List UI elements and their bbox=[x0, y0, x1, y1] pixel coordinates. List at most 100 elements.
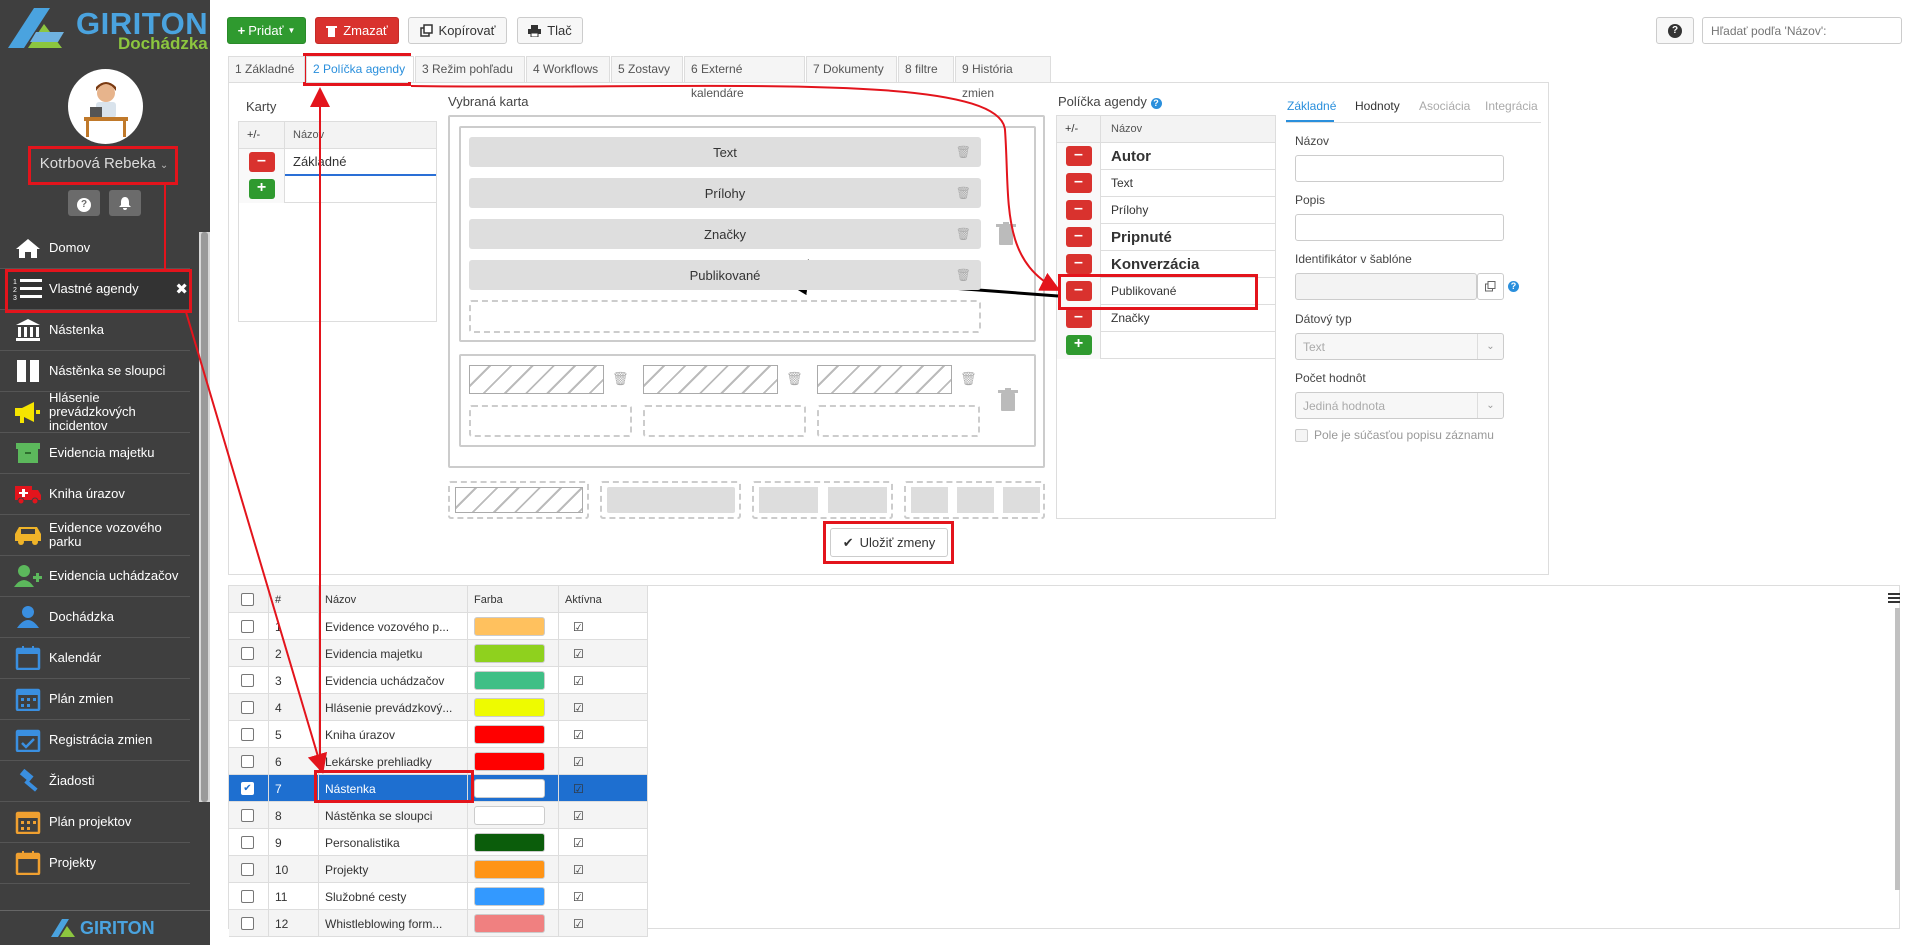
trash-icon[interactable]: 🗑 bbox=[960, 371, 977, 387]
table-row[interactable]: 12 Whistleblowing form... ☑ bbox=[229, 910, 648, 937]
col-active-header[interactable]: Aktívna bbox=[559, 586, 648, 613]
remove-field-button[interactable]: – bbox=[1065, 146, 1092, 166]
trash-icon[interactable]: 🗑 bbox=[612, 371, 629, 387]
value-count-select[interactable]: Jediná hodnota ⌄ bbox=[1295, 392, 1504, 419]
sidebar-item-5[interactable]: Hlásenie prevádzkových incidentov bbox=[0, 391, 190, 433]
sidebar-item-6[interactable]: Evidencia majetku bbox=[0, 433, 190, 474]
sidebar-item-8[interactable]: Evidence vozového parku bbox=[0, 515, 190, 556]
trash-icon[interactable]: 🗑 bbox=[956, 145, 971, 159]
detail-tab-4[interactable]: Integrácia bbox=[1485, 99, 1538, 113]
tab-3[interactable]: 3 Režim pohľadu bbox=[415, 56, 525, 82]
column-menu-icon[interactable] bbox=[1888, 592, 1900, 604]
remove-field-button[interactable]: – bbox=[1065, 200, 1092, 220]
column-dropzone-2[interactable] bbox=[643, 405, 806, 437]
table-row[interactable]: 5 Kniha úrazov ☑ bbox=[229, 721, 648, 748]
row-checkbox[interactable] bbox=[241, 647, 254, 660]
detail-tab-3[interactable]: Asociácia bbox=[1419, 99, 1470, 113]
table-row[interactable]: 9 Personalistika ☑ bbox=[229, 829, 648, 856]
template-id-field[interactable] bbox=[1295, 273, 1477, 300]
row-checkbox[interactable] bbox=[241, 620, 254, 633]
card-field[interactable]: Značky 🗑 bbox=[469, 219, 981, 249]
tab-9[interactable]: 9 História zmien bbox=[955, 56, 1051, 100]
add-field-button[interactable]: + bbox=[1065, 335, 1092, 355]
row-checkbox[interactable] bbox=[241, 917, 254, 930]
sidebar-item-9[interactable]: Evidencia uchádzačov bbox=[0, 556, 190, 597]
column-placeholder-2[interactable] bbox=[643, 365, 778, 394]
add-card-button[interactable]: + bbox=[248, 179, 275, 199]
table-row[interactable]: 1 Evidence vozového p... ☑ bbox=[229, 613, 648, 640]
description-part-checkbox-row[interactable]: Pole je súčasťou popisu záznamu bbox=[1295, 428, 1494, 442]
copy-template-id-button[interactable] bbox=[1477, 273, 1504, 300]
column-placeholder-3[interactable] bbox=[817, 365, 952, 394]
row-checkbox[interactable] bbox=[241, 728, 254, 741]
card-field[interactable]: Prílohy 🗑 bbox=[469, 178, 981, 208]
sidebar-item-15[interactable]: Plán projektov bbox=[0, 802, 190, 843]
datatype-select[interactable]: Text ⌄ bbox=[1295, 333, 1504, 360]
avatar[interactable] bbox=[68, 69, 143, 144]
sidebar-item-4[interactable]: Nástěnka se sloupci bbox=[0, 351, 190, 392]
remove-card-button[interactable]: – bbox=[248, 152, 275, 172]
delete-section-icon[interactable] bbox=[995, 222, 1017, 246]
agenda-field-row[interactable]: – Autor bbox=[1057, 142, 1275, 170]
row-checkbox[interactable]: ✔ bbox=[241, 782, 254, 795]
row-checkbox[interactable] bbox=[241, 836, 254, 849]
tab-4[interactable]: 4 Workflows bbox=[526, 56, 610, 82]
card-row-name[interactable]: Základné bbox=[285, 149, 436, 176]
print-button[interactable]: Tlač bbox=[517, 17, 583, 44]
agenda-field-row[interactable]: – Pripnuté bbox=[1057, 223, 1275, 251]
remove-field-button[interactable]: – bbox=[1065, 173, 1092, 193]
trash-icon[interactable]: 🗑 bbox=[956, 268, 971, 282]
agenda-field-row[interactable]: – Text bbox=[1057, 169, 1275, 197]
help-toolbar-button[interactable]: ? bbox=[1656, 17, 1694, 44]
trash-icon[interactable]: 🗑 bbox=[786, 371, 803, 387]
remove-field-button[interactable]: – bbox=[1065, 308, 1092, 328]
row-checkbox[interactable] bbox=[241, 863, 254, 876]
sidebar-item-12[interactable]: Plán zmien bbox=[0, 679, 190, 720]
table-row[interactable]: 3 Evidencia uchádzačov ☑ bbox=[229, 667, 648, 694]
name-field[interactable] bbox=[1295, 155, 1504, 182]
detail-tab-2[interactable]: Hodnoty bbox=[1355, 99, 1400, 113]
agenda-field-row[interactable]: – Prílohy bbox=[1057, 196, 1275, 224]
col-name-header[interactable]: Názov bbox=[319, 586, 468, 613]
row-checkbox[interactable] bbox=[241, 755, 254, 768]
sidebar-item-1[interactable]: Domov bbox=[0, 228, 190, 269]
card-field[interactable]: Publikované 🗑 bbox=[469, 260, 981, 290]
sidebar-item-10[interactable]: Dochádzka bbox=[0, 597, 190, 638]
column-dropzone-3[interactable] bbox=[817, 405, 980, 437]
row-checkbox[interactable] bbox=[241, 701, 254, 714]
sidebar-item-7[interactable]: Kniha úrazov bbox=[0, 474, 190, 515]
tab-1[interactable]: 1 Základné bbox=[228, 56, 305, 82]
remove-field-button[interactable]: – bbox=[1065, 254, 1092, 274]
sidebar-item-3[interactable]: Nástenka bbox=[0, 310, 190, 351]
table-row[interactable]: 8 Nástěnka se sloupci ☑ bbox=[229, 802, 648, 829]
sidebar-item-14[interactable]: Žiadosti bbox=[0, 761, 190, 802]
tab-8[interactable]: 8 filtre bbox=[898, 56, 954, 82]
table-row[interactable]: 10 Projekty ☑ bbox=[229, 856, 648, 883]
column-placeholder-1[interactable] bbox=[469, 365, 604, 394]
giriton-logo[interactable]: GIRITON Dochádzka bbox=[0, 0, 208, 56]
row-checkbox[interactable] bbox=[241, 809, 254, 822]
notifications-button[interactable] bbox=[109, 190, 141, 216]
remove-field-button[interactable]: – bbox=[1065, 227, 1092, 247]
sidebar-scroll-thumb[interactable] bbox=[201, 232, 208, 802]
description-part-checkbox[interactable] bbox=[1295, 428, 1308, 442]
sidebar-item-16[interactable]: Projekty bbox=[0, 843, 190, 884]
col-color-header[interactable]: Farba bbox=[468, 586, 559, 613]
tab-2[interactable]: 2 Políčka agendy bbox=[306, 56, 414, 82]
search-input[interactable] bbox=[1702, 17, 1902, 44]
help-button[interactable]: ? bbox=[68, 190, 100, 216]
tab-7[interactable]: 7 Dokumenty bbox=[806, 56, 897, 82]
info-icon[interactable]: ? bbox=[1150, 98, 1162, 109]
description-field[interactable] bbox=[1295, 214, 1504, 241]
tab-5[interactable]: 5 Zostavy bbox=[611, 56, 683, 82]
template-help-icon[interactable]: ? bbox=[1508, 281, 1519, 292]
col-number-header[interactable]: # bbox=[269, 586, 319, 613]
sidebar-item-13[interactable]: Registrácia zmien bbox=[0, 720, 190, 761]
table-row[interactable]: 11 Služobné cesty ☑ bbox=[229, 883, 648, 910]
table-row[interactable]: 2 Evidencia majetku ☑ bbox=[229, 640, 648, 667]
detail-tab-1[interactable]: Základné bbox=[1287, 99, 1336, 113]
row-checkbox[interactable] bbox=[241, 674, 254, 687]
add-button[interactable]: + Pridať ▼ bbox=[227, 17, 306, 44]
delete-section-icon[interactable] bbox=[997, 388, 1019, 412]
select-all-checkbox[interactable] bbox=[241, 593, 254, 606]
